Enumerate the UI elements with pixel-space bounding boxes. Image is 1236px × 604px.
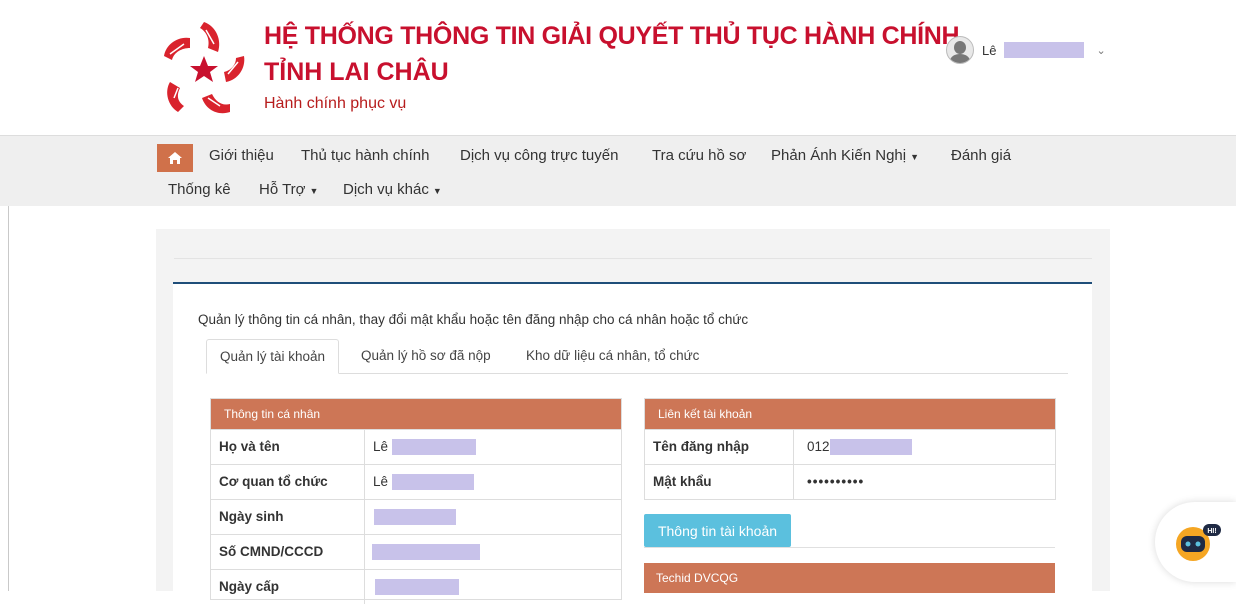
star-hands-logo[interactable] (160, 18, 248, 118)
personal-info-heading: Thông tin cá nhân (211, 399, 621, 429)
nav-item-phan-anh-label: Phản Ánh Kiến Nghị (771, 147, 907, 164)
caret-down-icon: ▼ (910, 152, 920, 162)
cell-divider (793, 430, 794, 464)
redacted-value (372, 544, 480, 561)
divider (644, 547, 1055, 548)
nav-item-tra-cuu[interactable]: Tra cứu hồ sơ (652, 147, 746, 164)
main-nav: Giới thiệu Thủ tục hành chính Dịch vụ cô… (0, 135, 1236, 206)
chatbot-badge: HI! (1207, 528, 1216, 535)
nav-item-gioi-thieu[interactable]: Giới thiệu (209, 147, 274, 164)
label-ngay-sinh: Ngày sinh (219, 509, 284, 524)
tab-quan-ly-tai-khoan[interactable]: Quản lý tài khoản (206, 339, 340, 374)
nav-item-ho-tro-label: Hỗ Trợ (259, 181, 306, 198)
nav-item-dich-vu-khac-label: Dịch vụ khác (343, 181, 429, 198)
redacted-value (374, 509, 456, 526)
cell-divider (364, 430, 365, 464)
value-co-quan-text: Lê (373, 474, 389, 489)
site-province: TỈNH LAI CHÂU (264, 58, 449, 86)
user-menu[interactable]: Lê ⌄ (946, 36, 1106, 64)
site-title: HỆ THỐNG THÔNG TIN GIẢI QUYẾT THỦ TỤC HÀ… (264, 22, 960, 50)
label-co-quan: Cơ quan tổ chức (219, 474, 328, 489)
caret-down-icon: ▼ (432, 186, 442, 196)
value-co-quan: Lê (373, 465, 474, 499)
intro-text: Quản lý thông tin cá nhân, thay đổi mật … (198, 312, 749, 327)
cell-divider (364, 465, 365, 499)
value-ten-dang-nhap: 012 (807, 430, 912, 464)
account-link-heading: Liên kết tài khoản (645, 399, 1055, 429)
value-ten-dang-nhap-text: 012 (807, 439, 830, 454)
cell-divider (364, 570, 365, 604)
techid-heading: Techid DVCQG (644, 563, 1055, 593)
tab-quan-ly-ho-so[interactable]: Quản lý hồ sơ đã nộp (348, 339, 504, 372)
chatbot-icon[interactable]: HI! (1165, 512, 1225, 572)
value-ho-va-ten-text: Lê (373, 439, 389, 454)
divider (174, 258, 1092, 259)
personal-info-box: Thông tin cá nhân Họ và tên Lê Cơ quan t… (210, 398, 622, 604)
avatar[interactable] (946, 36, 974, 64)
account-info-button[interactable]: Thông tin tài khoản (644, 514, 791, 547)
redacted-user-name (1004, 42, 1085, 58)
caret-down-icon: ▼ (309, 186, 319, 196)
value-mat-khau: •••••••••• (807, 474, 865, 489)
nav-item-dich-vu-cong[interactable]: Dịch vụ công trực tuyến (460, 147, 618, 164)
row-ho-va-ten: Họ và tên Lê (211, 429, 621, 464)
chatbot-launcher[interactable]: HI! (1155, 502, 1236, 582)
site-slogan: Hành chính phục vụ (264, 95, 407, 112)
redacted-value (391, 474, 474, 491)
cell-divider (793, 465, 794, 499)
nav-item-danh-gia[interactable]: Đánh giá (951, 147, 1011, 164)
cell-divider (364, 535, 365, 569)
value-ho-va-ten: Lê (373, 430, 476, 464)
redacted-value (375, 579, 459, 596)
row-ngay-cap: Ngày cấp (211, 569, 621, 604)
nav-item-thong-ke[interactable]: Thống kê (168, 181, 231, 198)
redacted-value (391, 439, 476, 456)
nav-item-ho-tro[interactable]: Hỗ Trợ ▼ (259, 181, 318, 198)
value-ngay-cap (375, 570, 459, 604)
label-ngay-cap: Ngày cấp (219, 579, 280, 594)
home-icon (168, 152, 182, 164)
label-ho-va-ten: Họ và tên (219, 439, 280, 454)
row-so-cmnd: Số CMND/CCCD (211, 534, 621, 569)
label-ten-dang-nhap: Tên đăng nhập (653, 439, 749, 454)
row-ten-dang-nhap: Tên đăng nhập 012 (645, 429, 1055, 464)
row-co-quan: Cơ quan tổ chức Lê (211, 464, 621, 499)
row-mat-khau: Mật khẩu •••••••••• (645, 464, 1055, 499)
value-ngay-sinh (374, 500, 456, 534)
account-link-box: Liên kết tài khoản Tên đăng nhập 012 Mật… (644, 398, 1056, 500)
nav-item-thu-tuc[interactable]: Thủ tục hành chính (301, 147, 429, 164)
account-tabs: Quản lý tài khoản Quản lý hồ sơ đã nộp K… (206, 339, 1068, 374)
chevron-down-icon[interactable]: ⌄ (1096, 44, 1105, 57)
nav-item-dich-vu-khac[interactable]: Dịch vụ khác ▼ (343, 181, 442, 198)
tab-kho-du-lieu[interactable]: Kho dữ liệu cá nhân, tổ chức (513, 339, 712, 372)
nav-item-phan-anh[interactable]: Phản Ánh Kiến Nghị ▼ (771, 147, 919, 164)
value-so-cmnd (372, 535, 480, 569)
cell-divider (364, 500, 365, 534)
row-ngay-sinh: Ngày sinh (211, 499, 621, 534)
user-name[interactable]: Lê (982, 43, 996, 58)
label-mat-khau: Mật khẩu (653, 474, 712, 489)
redacted-value (829, 439, 912, 456)
site-header: HỆ THỐNG THÔNG TIN GIẢI QUYẾT THỦ TỤC HÀ… (0, 0, 1236, 135)
label-so-cmnd: Số CMND/CCCD (219, 544, 324, 559)
home-button[interactable] (157, 144, 193, 172)
